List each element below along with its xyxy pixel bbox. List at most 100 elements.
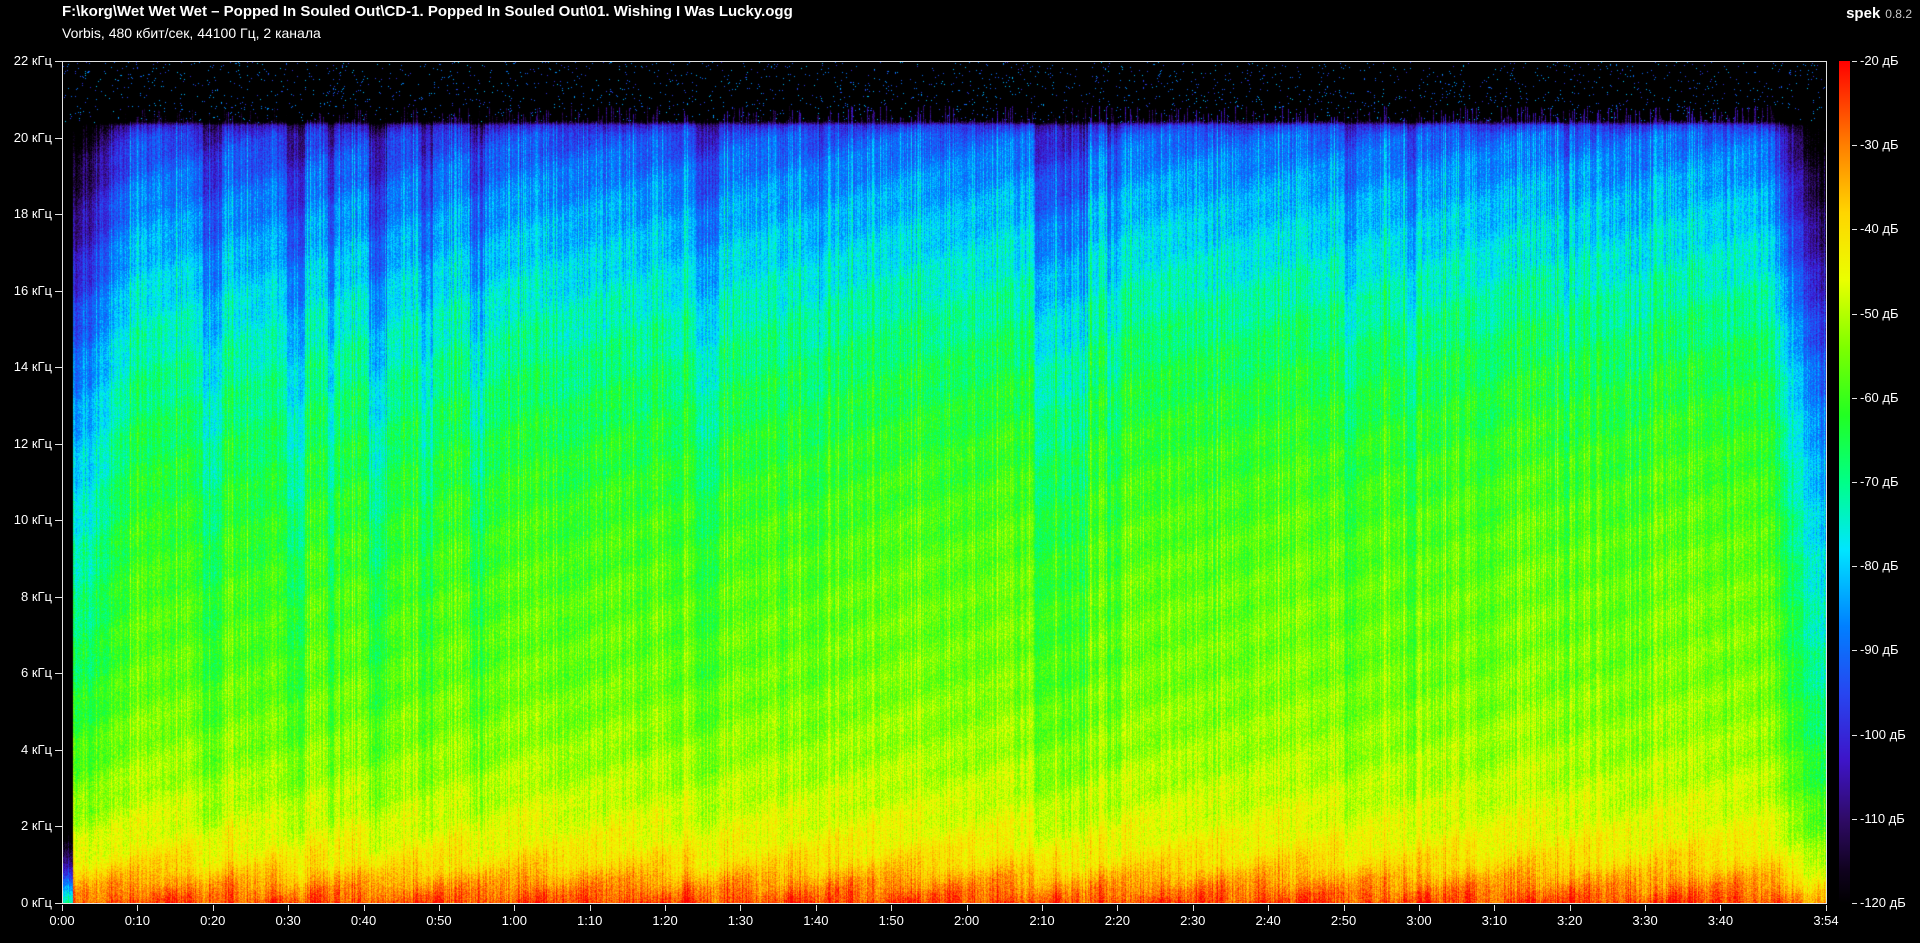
legend-tick-label: -100 дБ xyxy=(1860,726,1906,742)
time-tick xyxy=(62,905,63,911)
stream-info: Vorbis, 480 кбит/сек, 44100 Гц, 2 канала xyxy=(62,25,321,41)
freq-tick-label: 4 кГц xyxy=(20,741,52,757)
legend-tick xyxy=(1852,818,1857,820)
time-tick-label: 3:40 xyxy=(1707,913,1734,928)
freq-tick-label: 12 кГц xyxy=(13,435,52,451)
legend-tick-label: -60 дБ xyxy=(1860,389,1899,405)
app-brand: spek 0.8.2 xyxy=(1846,5,1912,22)
time-tick-label: 0:40 xyxy=(350,913,377,928)
time-tick-label: 3:30 xyxy=(1632,913,1658,928)
legend-tick xyxy=(1852,61,1857,62)
app-version: 0.8.2 xyxy=(1885,7,1912,21)
time-tick-label: 2:40 xyxy=(1255,913,1281,928)
time-tick-label: 2:50 xyxy=(1330,913,1357,928)
time-tick-label: 0:20 xyxy=(200,913,226,928)
time-tick-label: 1:40 xyxy=(803,913,829,928)
freq-tick xyxy=(55,367,62,369)
spectrogram-canvas xyxy=(63,62,1826,903)
time-tick-label: 1:10 xyxy=(577,913,603,928)
freq-tick xyxy=(55,749,62,751)
legend-tick xyxy=(1852,566,1857,568)
freq-tick xyxy=(55,137,62,139)
freq-tick xyxy=(55,61,62,62)
freq-tick-label: 2 кГц xyxy=(20,818,52,834)
freq-tick xyxy=(55,596,62,598)
time-tick xyxy=(137,905,139,911)
freq-tick xyxy=(55,290,62,292)
freq-tick-label: 6 кГц xyxy=(20,665,52,681)
legend-tick xyxy=(1852,313,1857,315)
time-tick xyxy=(1645,905,1647,911)
time-tick xyxy=(1826,905,1827,911)
time-tick-label: 1:30 xyxy=(727,913,754,928)
legend-tick-label: -90 дБ xyxy=(1860,642,1899,658)
time-tick xyxy=(891,905,893,911)
time-tick xyxy=(589,905,591,911)
time-tick-label: 2:30 xyxy=(1180,913,1206,928)
legend-tick-label: -80 дБ xyxy=(1860,558,1899,574)
time-tick xyxy=(1042,905,1043,911)
spectrogram-plot xyxy=(62,61,1827,904)
freq-tick xyxy=(55,826,62,828)
time-tick-label: 0:10 xyxy=(124,913,151,928)
legend-tick-label: -110 дБ xyxy=(1860,810,1905,826)
time-tick-label: 2:20 xyxy=(1104,913,1131,928)
time-tick-label: 1:00 xyxy=(501,913,527,928)
time-tick xyxy=(1268,905,1270,911)
time-tick xyxy=(1418,905,1420,911)
freq-tick xyxy=(55,214,62,216)
time-tick xyxy=(740,905,742,911)
legend-gradient-bar xyxy=(1839,61,1850,904)
spek-window: { "app": { "name": "spek", "version": "0… xyxy=(0,0,1920,943)
freq-tick-label: 8 кГц xyxy=(20,588,52,604)
legend-tick xyxy=(1852,397,1857,399)
time-tick-label: 2:00 xyxy=(953,913,980,928)
time-tick xyxy=(665,905,667,911)
freq-tick-label: 22 кГц xyxy=(13,53,52,68)
legend-tick-label: -70 дБ xyxy=(1860,474,1899,489)
legend-tick xyxy=(1852,903,1857,904)
time-tick-label: 1:20 xyxy=(652,913,678,928)
time-tick xyxy=(363,905,365,911)
legend-tick xyxy=(1852,482,1857,483)
time-tick xyxy=(438,905,440,911)
time-tick xyxy=(1192,905,1194,911)
time-tick xyxy=(288,905,290,911)
freq-tick-label: 16 кГц xyxy=(13,282,52,298)
time-tick xyxy=(1494,905,1496,911)
freq-tick xyxy=(55,443,62,445)
time-tick xyxy=(1343,905,1345,911)
freq-tick-label: 18 кГц xyxy=(13,206,52,222)
time-tick-label: 3:20 xyxy=(1557,913,1583,928)
time-tick xyxy=(1720,905,1722,911)
time-tick-label: 0:00 xyxy=(49,913,75,928)
time-tick-label: 3:54 xyxy=(1813,913,1839,928)
time-tick-label: 0:50 xyxy=(426,913,452,928)
legend-tick-label: -30 дБ xyxy=(1860,137,1899,153)
time-tick-label: 3:10 xyxy=(1481,913,1507,928)
freq-tick xyxy=(55,520,62,522)
freq-tick-label: 14 кГц xyxy=(13,359,52,375)
legend-tick-label: -50 дБ xyxy=(1860,305,1899,321)
legend-tick xyxy=(1852,229,1857,231)
time-tick xyxy=(212,905,214,911)
legend-tick-label: -120 дБ xyxy=(1860,895,1906,910)
page-title: F:\korg\Wet Wet Wet – Popped In Souled O… xyxy=(62,3,793,20)
freq-tick-label: 0 кГц xyxy=(20,895,52,910)
time-tick xyxy=(1569,905,1571,911)
time-tick xyxy=(966,905,968,911)
freq-tick-label: 10 кГц xyxy=(13,512,52,528)
legend-tick-label: -20 дБ xyxy=(1860,53,1899,68)
freq-tick xyxy=(55,903,62,904)
time-tick-label: 1:50 xyxy=(878,913,904,928)
time-tick xyxy=(514,905,516,911)
freq-tick xyxy=(55,673,62,675)
legend-tick xyxy=(1852,145,1857,147)
time-tick-label: 3:00 xyxy=(1406,913,1432,928)
time-tick xyxy=(1117,905,1119,911)
legend-tick-label: -40 дБ xyxy=(1860,221,1899,237)
legend-tick xyxy=(1852,650,1857,652)
freq-tick-label: 20 кГц xyxy=(13,129,52,145)
app-name: spek xyxy=(1846,5,1881,22)
legend-tick xyxy=(1852,734,1857,736)
